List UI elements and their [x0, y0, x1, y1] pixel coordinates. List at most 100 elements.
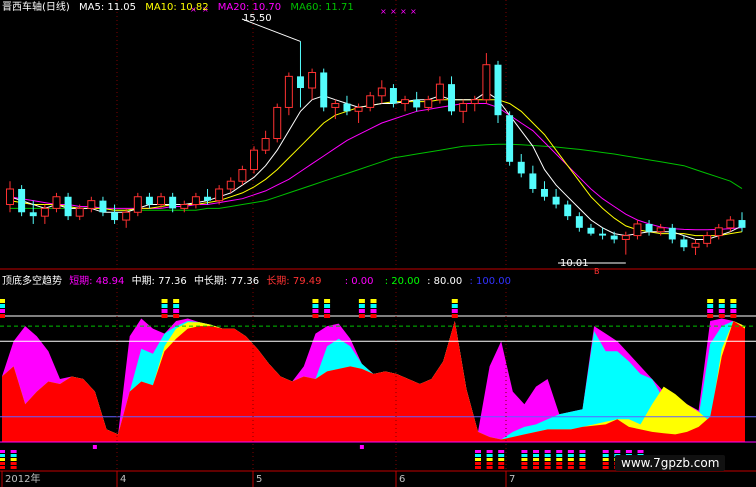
bottom-signal-block [486, 462, 493, 465]
bottom-signal-block [533, 454, 540, 457]
candle-body [122, 211, 131, 221]
price-chart: × × × × × × [0, 0, 756, 270]
top-signal-block [358, 299, 365, 303]
axis-m5: 5 [256, 474, 263, 485]
bottom-signal-block [579, 462, 586, 465]
top-signal-block [730, 309, 737, 313]
candle-body [296, 76, 304, 89]
ma60-line [10, 143, 743, 211]
bottom-signal-block [498, 450, 505, 453]
bottom-signal-block [498, 454, 505, 457]
candle-body [389, 88, 397, 104]
top-signal-block [312, 304, 319, 308]
top-signal-block [312, 314, 319, 318]
candle-body [331, 103, 340, 108]
top-signal-block [730, 304, 737, 308]
low-annotation: 10.01 [560, 258, 589, 269]
bottom-signal-block [544, 450, 551, 453]
bottom-signal-block [10, 458, 17, 461]
candle-body [645, 223, 653, 232]
bottom-dot [359, 445, 364, 449]
candle-body [75, 207, 84, 217]
top-signal-block [161, 314, 168, 318]
bottom-signal-block [544, 462, 551, 465]
candle-body [703, 235, 712, 244]
candle-body [215, 188, 224, 202]
candle-body [714, 227, 723, 237]
ma10-line [9, 99, 743, 237]
candle-body [587, 227, 595, 234]
candle-body [343, 103, 351, 112]
candle-body [40, 207, 49, 217]
ma20-line [9, 103, 743, 231]
top-signal-block [370, 309, 377, 313]
candle-body [633, 223, 642, 237]
candle-body [656, 227, 665, 233]
top-signal-block [312, 309, 319, 313]
candle-body [552, 196, 560, 205]
candle-body [64, 196, 72, 217]
bottom-signal-block [567, 466, 574, 469]
bottom-signal-block [521, 454, 528, 457]
watermark: www.7gpzb.com [615, 455, 726, 471]
top-signal-block [161, 299, 168, 303]
top-signal-block [324, 314, 331, 318]
candle-body [529, 173, 537, 189]
candle-body [354, 106, 363, 112]
candle-body [564, 204, 572, 217]
top-signal-block [324, 299, 331, 303]
bottom-signal-block [474, 462, 481, 465]
top-signal-block [707, 304, 714, 308]
top-marker: × [390, 7, 397, 16]
candle-body [169, 196, 177, 209]
indicator-chart [0, 284, 756, 470]
bottom-dot [92, 445, 97, 449]
candle-body [517, 161, 525, 174]
bottom-signal-block [486, 466, 493, 469]
axis-m6: 6 [399, 474, 406, 485]
bottom-signal-block [0, 462, 5, 465]
top-signal-block [161, 309, 168, 313]
candle-body [261, 138, 270, 151]
top-signal-block [718, 309, 725, 313]
candle-body [111, 212, 119, 221]
bottom-signal-block [556, 458, 563, 461]
bottom-signal-block [486, 450, 493, 453]
candle-body [599, 233, 607, 236]
candle-body [691, 242, 700, 248]
ma60-label: MA60: 11.71 [290, 2, 354, 13]
top-signal-block [0, 304, 5, 308]
top-signal-block [730, 314, 737, 318]
top-signal-block [173, 309, 180, 313]
candle-body [133, 196, 142, 213]
bottom-signal-block [498, 458, 505, 461]
candle-body [377, 87, 386, 97]
bottom-signal-block [579, 450, 586, 453]
top-signal-block [707, 299, 714, 303]
candle-body [99, 200, 107, 213]
candle-body [621, 235, 630, 240]
candle-body [726, 219, 735, 229]
bottom-signal-block [521, 462, 528, 465]
candle-body [284, 75, 293, 108]
top-signal-block [0, 299, 5, 303]
bottom-signal-block [10, 450, 17, 453]
top-signal-block [173, 299, 180, 303]
bottom-signal-block [486, 458, 493, 461]
bottom-signal-block [474, 458, 481, 461]
bottom-signal-block [567, 462, 574, 465]
top-marker: × [400, 7, 407, 16]
candle-body [668, 227, 676, 240]
bottom-signal-block [533, 450, 540, 453]
candle-body [308, 71, 317, 89]
bottom-signal-block [637, 450, 644, 453]
bottom-signal-block [556, 466, 563, 469]
top-signal-block [358, 304, 365, 308]
ma20-label: MA20: 10.70 [217, 2, 282, 13]
chart-title: 晋西车轴(日线) [2, 2, 70, 13]
ma10-label: MA10: 10.82 [145, 2, 209, 13]
top-signal-block [324, 304, 331, 308]
candle-body [401, 99, 410, 105]
top-signal-block [451, 304, 458, 308]
candle-body [180, 204, 189, 209]
